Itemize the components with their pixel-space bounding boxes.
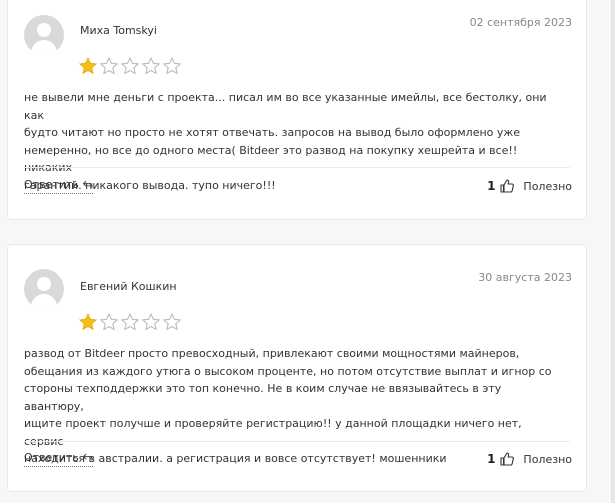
- review-text-line: находится в австралии. а регистрация и в…: [24, 452, 447, 465]
- useful-section: 1 Полезно: [487, 178, 572, 194]
- review-text-line: будто читают но просто не хотят отвечать…: [24, 126, 521, 139]
- review-text: не вывели мне деньги с проекта... писал …: [24, 89, 554, 194]
- star-empty-icon: [162, 56, 182, 75]
- star-filled-icon: [78, 313, 98, 331]
- user-avatar-icon: [24, 269, 64, 309]
- useful-label: Полезно: [523, 179, 572, 193]
- review-date: 02 сентября 2023: [469, 16, 572, 29]
- reply-label: Ответить: [24, 451, 79, 464]
- star-empty-icon: [141, 56, 161, 75]
- reply-arrow-icon: [82, 453, 93, 461]
- review-card: Миха Tomskyi 02 сентября 2023 не вывели …: [7, 0, 587, 220]
- review-text-line: гарантий. никакого вывода. тупо ничего!!…: [24, 178, 276, 192]
- review-text-line: стороны техподдержки это топ конечно. Не…: [24, 382, 502, 413]
- user-avatar-icon: [24, 15, 64, 55]
- divider: [24, 441, 570, 442]
- rating-stars: [78, 56, 182, 76]
- reply-button[interactable]: Ответить: [24, 178, 93, 194]
- like-count: 1: [487, 179, 496, 193]
- star-empty-icon: [99, 312, 119, 331]
- like-count: 1: [487, 452, 496, 466]
- thumbs-up-icon[interactable]: [499, 451, 515, 467]
- star-empty-icon: [162, 312, 182, 331]
- star-empty-icon: [99, 56, 119, 75]
- reply-label: Ответить: [24, 178, 79, 191]
- review-text-line: немеренно, но все до одного места( Bitde…: [24, 143, 518, 175]
- divider: [24, 167, 570, 168]
- star-empty-icon: [120, 56, 140, 75]
- review-text: развод от Bitdeer просто превосходный, п…: [24, 345, 554, 468]
- review-date: 30 августа 2023: [478, 271, 572, 284]
- reply-arrow-icon: [82, 180, 93, 188]
- reply-button[interactable]: Ответить: [24, 451, 93, 467]
- star-empty-icon: [141, 312, 161, 331]
- review-card: Евгений Кошкин 30 августа 2023 развод от…: [7, 244, 587, 492]
- scrollbar-track[interactable]: [611, 0, 615, 503]
- star-empty-icon: [120, 312, 140, 331]
- review-text-line: не вывели мне деньги с проекта... писал …: [24, 91, 547, 122]
- review-author: Евгений Кошкин: [80, 280, 177, 293]
- thumbs-up-icon[interactable]: [499, 178, 515, 194]
- review-text-line: развод от Bitdeer просто превосходный, п…: [24, 347, 520, 360]
- rating-stars: [78, 312, 182, 332]
- useful-section: 1 Полезно: [487, 451, 572, 467]
- star-filled-icon: [78, 57, 98, 75]
- review-author: Миха Tomskyi: [80, 24, 157, 37]
- review-text-line: ищите проект получше и проверяйте регист…: [24, 417, 522, 448]
- review-text-line: обещания из каждого утюга о высоком проц…: [24, 364, 552, 378]
- useful-label: Полезно: [523, 452, 572, 466]
